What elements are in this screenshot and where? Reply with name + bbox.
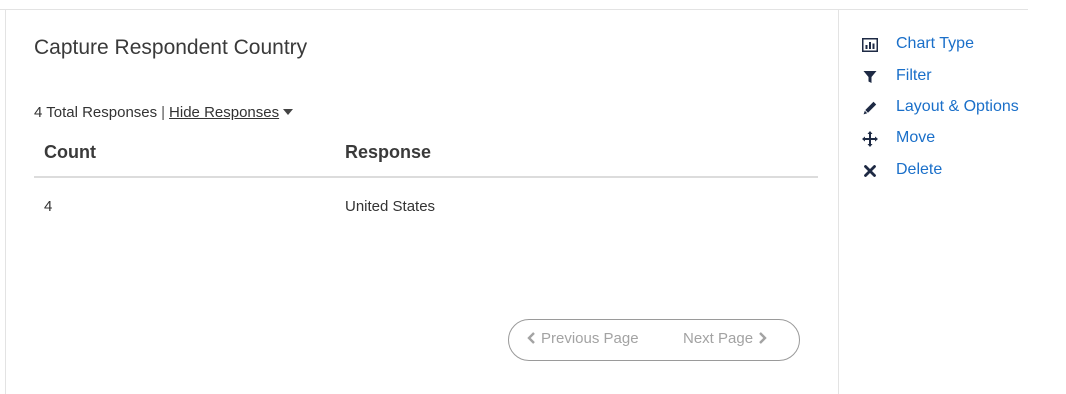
cell-count: 4 xyxy=(44,198,53,215)
hide-responses-label: Hide Responses xyxy=(169,104,280,121)
responses-table: Count Response 4 United States xyxy=(34,138,818,228)
previous-page-button[interactable]: Previous Page xyxy=(527,330,639,347)
table-header: Count Response xyxy=(34,138,818,178)
cell-response: United States xyxy=(345,198,436,215)
bar-chart-icon xyxy=(862,37,878,53)
summary-separator: | xyxy=(161,104,166,121)
chart-type-label: Chart Type xyxy=(896,35,974,52)
filter-icon xyxy=(862,69,878,85)
next-page-button[interactable]: Next Page xyxy=(683,330,767,347)
layout-options-label: Layout & Options xyxy=(896,97,1019,115)
pagination: Previous Page Next Page xyxy=(508,319,800,361)
column-header-count: Count xyxy=(44,142,96,162)
column-header-response: Response xyxy=(345,142,432,162)
table-row: 4 United States xyxy=(34,178,818,228)
hide-responses-toggle[interactable]: Hide Responses xyxy=(169,104,294,121)
panel-divider xyxy=(838,10,839,394)
report-widget: Capture Respondent Country 4 Total Respo… xyxy=(34,10,824,394)
left-border xyxy=(5,10,6,394)
pencil-icon xyxy=(862,100,878,116)
total-responses: 4 Total Responses xyxy=(34,104,158,121)
top-border xyxy=(0,0,1028,10)
widget-title: Capture Respondent Country xyxy=(34,36,308,59)
delete-label: Delete xyxy=(896,160,943,178)
move-icon xyxy=(862,131,878,147)
filter-label: Filter xyxy=(896,66,932,84)
chevron-left-icon xyxy=(527,332,535,344)
caret-down-icon xyxy=(283,109,294,115)
chevron-right-icon xyxy=(759,332,767,344)
close-icon xyxy=(862,163,878,179)
next-page-label: Next Page xyxy=(683,330,754,347)
previous-page-label: Previous Page xyxy=(541,330,639,347)
move-label: Move xyxy=(896,129,936,146)
response-summary: 4 Total Responses | Hide Responses xyxy=(34,104,294,121)
